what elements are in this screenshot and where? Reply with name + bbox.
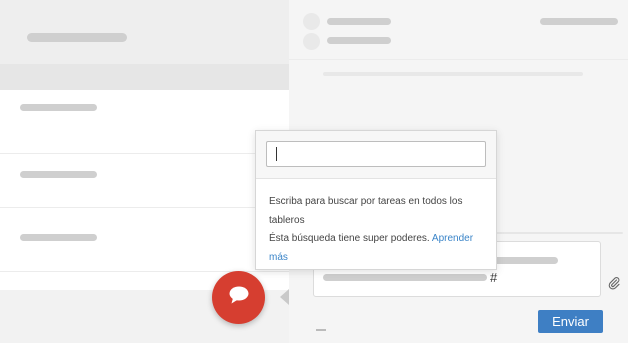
list-item[interactable] bbox=[0, 144, 289, 208]
avatar bbox=[303, 33, 320, 50]
chat-fab-button[interactable] bbox=[212, 271, 265, 324]
search-help-line2: Ésta búsqueda tiene super poderes. bbox=[269, 233, 430, 244]
avatar bbox=[303, 13, 320, 30]
placeholder-text bbox=[540, 18, 618, 25]
placeholder-text bbox=[323, 274, 487, 281]
chat-bubble-icon bbox=[228, 285, 250, 310]
search-bar bbox=[256, 131, 496, 179]
search-help-line1: Escriba para buscar por tareas en todos … bbox=[269, 196, 463, 226]
placeholder-text bbox=[327, 18, 391, 25]
paperclip-icon[interactable] bbox=[607, 276, 621, 290]
search-help: Escriba para buscar por tareas en todos … bbox=[269, 193, 489, 267]
activity-header bbox=[289, 0, 628, 60]
placeholder-text bbox=[327, 37, 391, 44]
placeholder-text bbox=[20, 104, 97, 111]
search-input[interactable] bbox=[266, 141, 486, 167]
composer-draft-tail: # bbox=[490, 270, 498, 285]
placeholder-text bbox=[20, 234, 97, 241]
text-caret bbox=[276, 147, 277, 161]
search-popover: Escriba para buscar por tareas en todos … bbox=[255, 130, 497, 270]
placeholder-text bbox=[323, 72, 583, 76]
task-list bbox=[0, 90, 289, 290]
placeholder-title bbox=[27, 33, 127, 42]
placeholder-text bbox=[20, 171, 97, 178]
list-item[interactable] bbox=[0, 208, 289, 272]
left-subbar bbox=[0, 64, 289, 90]
divider bbox=[316, 329, 326, 331]
fab-pointer bbox=[280, 289, 289, 305]
left-header bbox=[0, 0, 289, 64]
send-button[interactable]: Enviar bbox=[538, 310, 603, 333]
